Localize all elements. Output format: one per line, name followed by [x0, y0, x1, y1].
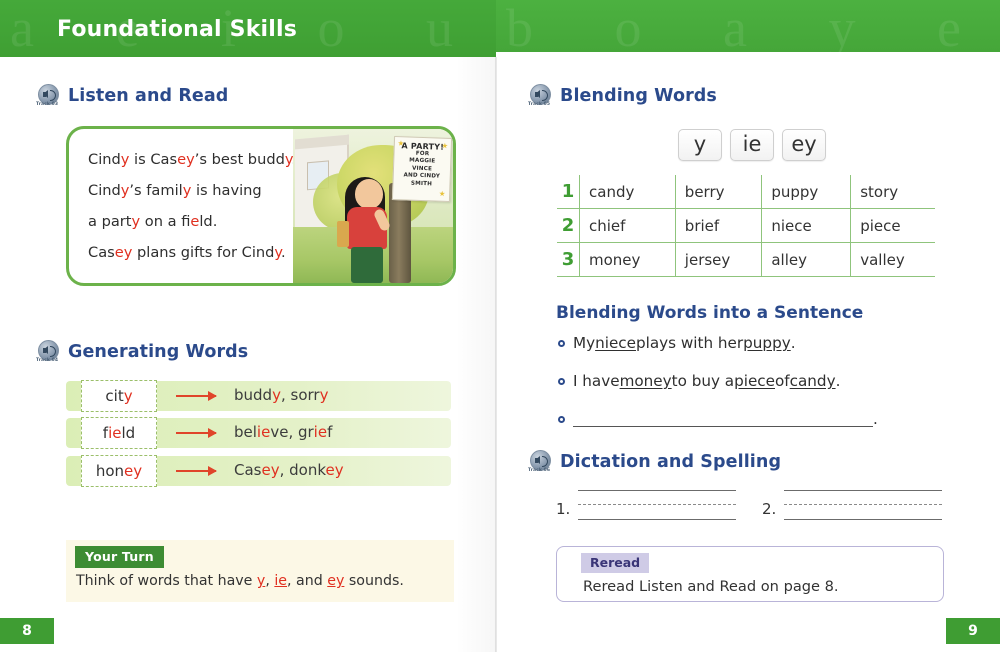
header-band-left: a e i o u y e Foundational Skills: [0, 0, 496, 57]
word-cell[interactable]: chief: [579, 208, 676, 243]
story-illustration: A PARTY! FOR MAGGIE VINCE AND CINDY SMITH: [293, 129, 453, 283]
word-cell[interactable]: puppy: [761, 175, 852, 209]
page-title: Foundational Skills: [57, 17, 298, 42]
word-cell[interactable]: niece: [761, 208, 852, 243]
table-row: 2 chief brief niece piece: [557, 208, 935, 243]
section-heading-listen-and-read: Track 03 Listen and Read: [36, 84, 229, 107]
section-title-text: Blending Words: [560, 85, 717, 106]
table-row: 3 money jersey alley valley: [557, 242, 935, 277]
blending-words-table: 1 candy berry puppy story 2 chief brief niece pie…: [557, 175, 935, 277]
word-cell[interactable]: jersey: [675, 242, 763, 277]
dictation-number: 1.: [556, 500, 571, 518]
audio-speaker-icon[interactable]: Track 06: [528, 450, 553, 473]
handwriting-lines[interactable]: [578, 486, 736, 522]
generating-words-row: f ie ld believe, grief: [66, 417, 451, 449]
bullet-icon: [558, 415, 565, 423]
reread-box: Reread Reread Listen and Read on page 8.: [556, 546, 944, 602]
party-poster: A PARTY! FOR MAGGIE VINCE AND CINDY SMITH: [391, 136, 453, 202]
sentence-row: My niece plays with her puppy.: [558, 334, 796, 352]
table-row: 1 candy berry puppy story: [557, 175, 935, 209]
generating-words-source: f ie ld: [81, 417, 157, 449]
dictation-item-2[interactable]: 2.: [762, 486, 962, 526]
audio-speaker-icon[interactable]: Track 04: [36, 340, 61, 363]
phoneme-chip[interactable]: ie: [730, 129, 774, 161]
generating-words-results: believe, grief: [234, 423, 333, 441]
section-title-text: Listen and Read: [68, 85, 229, 106]
generating-words-row: hon ey Casey, donkey: [66, 455, 451, 487]
page-number-left: 8: [0, 618, 54, 644]
row-number: 3: [557, 242, 580, 277]
reread-label: Reread: [581, 553, 650, 573]
period: .: [873, 410, 878, 428]
sentence-row: I have money to buy a piece of candy.: [558, 372, 840, 390]
arrow-right-icon: [176, 428, 217, 438]
your-turn-text: Think of words that have y, ie, and ey s…: [76, 573, 404, 589]
header-band-right: b o a y e i o: [496, 0, 1000, 52]
arrow-right-icon: [176, 466, 217, 476]
word-cell[interactable]: story: [850, 175, 935, 209]
word-cell[interactable]: valley: [850, 242, 935, 277]
dictation-number: 2.: [762, 500, 777, 518]
section-heading-blending-words: Track 05 Blending Words: [528, 84, 717, 107]
audio-speaker-icon[interactable]: Track 05: [528, 84, 553, 107]
row-number: 1: [557, 175, 580, 209]
generating-words-row: cit y buddy, sorry: [66, 380, 451, 412]
page-number-right: 9: [946, 618, 1000, 644]
section-title-text: Generating Words: [68, 341, 249, 362]
audio-track-label: Track 06: [528, 468, 551, 473]
section-heading-dictation: Track 06 Dictation and Spelling: [528, 450, 782, 473]
generating-words-results: buddy, sorry: [234, 386, 329, 404]
audio-track-label: Track 05: [528, 102, 551, 107]
arrow-right-icon: [176, 391, 217, 401]
your-turn-label: Your Turn: [75, 546, 164, 568]
phoneme-chip[interactable]: y: [678, 129, 722, 161]
sentence-blank-row[interactable]: .: [558, 410, 878, 428]
write-in-line[interactable]: [573, 412, 873, 427]
section-title-text: Dictation and Spelling: [560, 451, 782, 472]
page-shadow: [455, 57, 496, 652]
word-cell[interactable]: brief: [675, 208, 763, 243]
phoneme-chip-row: y ie ey: [678, 129, 826, 161]
word-cell[interactable]: alley: [761, 242, 852, 277]
row-number: 2: [557, 208, 580, 243]
generating-words-source: cit y: [81, 380, 157, 412]
bullet-icon: [558, 377, 565, 385]
word-cell[interactable]: money: [579, 242, 676, 277]
subsection-title-blending-sentence: Blending Words into a Sentence: [556, 303, 864, 323]
word-cell[interactable]: berry: [675, 175, 763, 209]
generating-words-source: hon ey: [81, 455, 157, 487]
section-heading-generating-words: Track 04 Generating Words: [36, 340, 249, 363]
listen-and-read-box: Cindy is Casey’s best buddy.Cindy’s fami…: [66, 126, 456, 286]
dictation-item-1[interactable]: 1.: [556, 486, 756, 526]
audio-track-label: Track 04: [36, 358, 59, 363]
handwriting-lines[interactable]: [784, 486, 942, 522]
header-watermark-right: b o a y e i o: [506, 0, 1000, 52]
book-gutter: [495, 57, 497, 652]
bullet-icon: [558, 339, 565, 347]
audio-speaker-icon[interactable]: Track 03: [36, 84, 61, 107]
reread-text: Reread Listen and Read on page 8.: [583, 578, 839, 595]
generating-words-results: Casey, donkey: [234, 461, 344, 479]
word-cell[interactable]: candy: [579, 175, 676, 209]
textbook-spread: a e i o u y e Foundational Skills b o a …: [0, 0, 1000, 652]
word-cell[interactable]: piece: [850, 208, 935, 243]
audio-track-label: Track 03: [36, 102, 59, 107]
your-turn-box: Your Turn Think of words that have y, ie…: [66, 540, 454, 602]
phoneme-chip[interactable]: ey: [782, 129, 826, 161]
